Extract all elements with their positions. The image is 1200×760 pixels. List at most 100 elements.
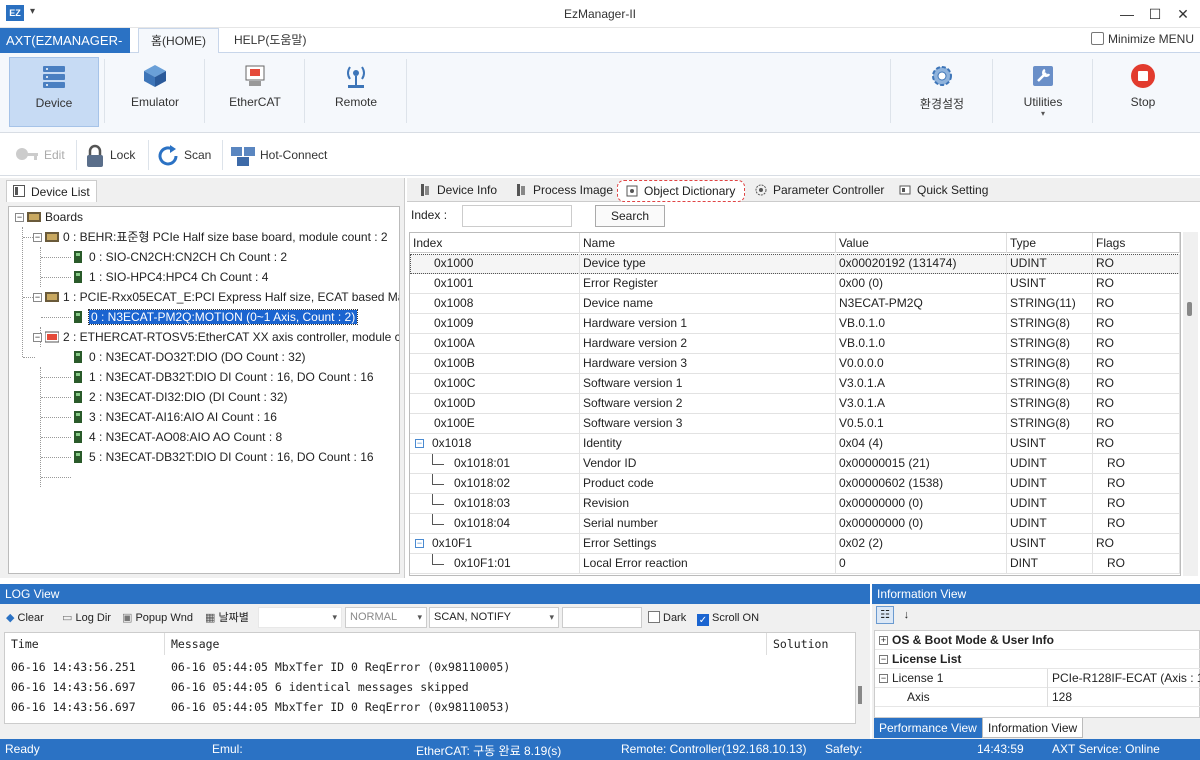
log-column-solution[interactable]: Solution	[767, 633, 855, 655]
tab-quick-setting[interactable]: Quick Setting	[891, 180, 997, 202]
scrollbar-thumb[interactable]	[858, 686, 862, 704]
collapse-icon[interactable]: −	[33, 333, 42, 342]
tree-node-board-2[interactable]: −2 : ETHERCAT-RTOSV5:EtherCAT XX axis co…	[33, 327, 399, 347]
table-row[interactable]: −0x1018 Identity 0x04 (4) USINT RO	[410, 434, 1180, 454]
table-row[interactable]: 0x1018:01 Vendor ID 0x00000015 (21) UDINT RO	[410, 454, 1180, 474]
tab-device-list[interactable]: Device List	[6, 180, 97, 202]
tree-node-module[interactable]: 0 : SIO-CN2CH:CN2CH Ch Count : 2	[71, 247, 287, 267]
tree-node-module[interactable]: 5 : N3ECAT-DB32T:DIO DI Count : 16, DO C…	[71, 447, 374, 467]
log-filter-select[interactable]: SCAN, NOTIFY ▾	[429, 607, 559, 628]
tree-node-module[interactable]: 4 : N3ECAT-AO08:AIO AO Count : 8	[71, 427, 282, 447]
log-dir-button[interactable]: ▭ Log Dir	[62, 608, 111, 628]
log-column-time[interactable]: Time	[5, 633, 165, 655]
hot-connect-button[interactable]: Hot-Connect	[230, 142, 327, 168]
categorized-view-icon[interactable]: ☷	[876, 606, 894, 624]
edit-button[interactable]: Edit	[14, 142, 65, 168]
tree-node-module[interactable]: 1 : SIO-HPC4:HPC4 Ch Count : 4	[71, 267, 268, 287]
category-os-boot[interactable]: + OS & Boot Mode & User Info	[875, 631, 1200, 650]
log-row[interactable]: 06-16 14:43:56.251 06-16 05:44:05 MbxTfer…	[5, 657, 855, 677]
column-header-type[interactable]: Type	[1007, 233, 1093, 253]
log-row[interactable]: 06-16 14:43:56.697 06-16 05:44:05 6 ident…	[5, 677, 855, 697]
tab-performance-view[interactable]: Performance View	[874, 718, 982, 738]
column-header-name[interactable]: Name	[580, 233, 836, 253]
dark-toggle[interactable]: Dark	[648, 608, 686, 628]
collapse-icon[interactable]: −	[415, 439, 424, 448]
tree-node-boards[interactable]: − Boards	[15, 207, 83, 227]
table-row[interactable]: 0x100D Software version 2 V3.0.1.A STRING(8…	[410, 394, 1180, 414]
scrollbar-thumb[interactable]	[1187, 302, 1192, 316]
settings-button[interactable]: 환경설정	[897, 57, 987, 127]
tree-node-board-1[interactable]: −1 : PCIE-Rxx05ECAT_E:PCI Express Half s…	[33, 287, 399, 307]
emulator-button[interactable]: Emulator	[110, 57, 200, 127]
tree-node-module[interactable]: 2 : N3ECAT-DI32:DIO (DI Count : 32)	[71, 387, 288, 407]
tab-information-view[interactable]: Information View	[982, 718, 1084, 738]
log-column-message[interactable]: Message	[165, 633, 767, 655]
close-window-button[interactable]: ✕	[1172, 3, 1194, 25]
log-search-input[interactable]	[562, 607, 642, 628]
table-row[interactable]: 0x10F1:01 Local Error reaction 0 DINT RO	[410, 554, 1180, 574]
scan-button[interactable]: Scan	[156, 142, 211, 168]
table-row[interactable]: 0x100B Hardware version 3 V0.0.0.0 STRING(8…	[410, 354, 1180, 374]
table-row[interactable]: 0x1008 Device name N3ECAT-PM2Q STRING(11) RO	[410, 294, 1180, 314]
tab-parameter-controller[interactable]: Parameter Controller	[747, 180, 889, 202]
table-scrollbar[interactable]	[1183, 232, 1198, 576]
tab-object-dictionary[interactable]: Object Dictionary	[617, 180, 745, 202]
date-select[interactable]: ▾	[258, 607, 342, 628]
clear-log-button[interactable]: ◆ Clear	[6, 608, 44, 628]
ethercat-button[interactable]: EtherCAT	[210, 57, 300, 127]
column-header-index[interactable]: Index	[410, 233, 580, 253]
property-license-1[interactable]: −License 1PCIe-R128IF-ECAT (Axis : 128)	[875, 669, 1200, 688]
utilities-button[interactable]: Utilities ▾	[998, 57, 1088, 127]
table-row[interactable]: 0x1000 Device type 0x00020192 (131474) UDIN…	[410, 254, 1180, 274]
collapse-icon[interactable]: −	[15, 213, 24, 222]
lock-button[interactable]: Lock	[84, 142, 135, 168]
scroll-on-toggle[interactable]: ✓ Scroll ON	[697, 608, 759, 628]
scroll-on-checkbox[interactable]: ✓	[697, 614, 709, 626]
stop-button[interactable]: Stop	[1098, 57, 1188, 127]
log-row[interactable]: 06-16 14:43:56.697 06-16 05:44:05 MbxTfer…	[5, 697, 855, 717]
table-row[interactable]: 0x1018:04 Serial number 0x00000000 (0) UDIN…	[410, 514, 1180, 534]
table-row[interactable]: 0x1009 Hardware version 1 VB.0.1.0 STRING(8…	[410, 314, 1180, 334]
date-filter-button[interactable]: ▦ 날짜별	[205, 608, 249, 628]
collapse-icon[interactable]: −	[33, 293, 42, 302]
maximize-window-button[interactable]: ☐	[1144, 3, 1166, 25]
search-button[interactable]: Search	[595, 205, 665, 227]
tree-node-module[interactable]: 0 : N3ECAT-DO32T:DIO (DO Count : 32)	[71, 347, 306, 367]
tab-help[interactable]: HELP(도움말)	[222, 28, 318, 53]
table-row[interactable]: 0x100E Software version 3 V0.5.0.1 STRING(8…	[410, 414, 1180, 434]
tree-node-selected-module[interactable]: 0 : N3ECAT-PM2Q:MOTION (0~1 Axis, Count …	[71, 307, 359, 327]
collapse-icon[interactable]: −	[415, 539, 424, 548]
app-menu-button[interactable]: AXT(EZMANAGER-II)	[0, 28, 130, 73]
sort-alpha-icon[interactable]: ↓	[897, 606, 915, 624]
table-row[interactable]: −0x10F1 Error Settings 0x02 (2) USINT RO	[410, 534, 1180, 554]
table-row[interactable]: 0x1018:03 Revision 0x00000000 (0) UDINT RO	[410, 494, 1180, 514]
category-license-list[interactable]: − License List	[875, 650, 1200, 669]
popup-window-button[interactable]: ▣ Popup Wnd	[122, 608, 193, 628]
tree-node-module[interactable]: 3 : N3ECAT-AI16:AIO AI Count : 16	[71, 407, 277, 427]
minimize-menu-toggle[interactable]: Minimize MENU	[1090, 32, 1194, 46]
dark-checkbox[interactable]	[648, 611, 660, 623]
table-row[interactable]: 0x100A Hardware version 2 VB.0.1.0 STRING(8…	[410, 334, 1180, 354]
table-row[interactable]: 0x1001 Error Register 0x00 (0) USINT RO	[410, 274, 1180, 294]
tab-home[interactable]: 홈(HOME)	[138, 28, 220, 54]
index-search-input[interactable]	[462, 205, 572, 227]
column-header-value[interactable]: Value	[836, 233, 1007, 253]
minimize-window-button[interactable]: —	[1116, 3, 1138, 25]
property-axis[interactable]: Axis 128	[875, 688, 1200, 707]
log-scrollbar[interactable]	[856, 632, 866, 724]
table-row[interactable]: 0x1018:02 Product code 0x00000602 (1538) UD…	[410, 474, 1180, 494]
tree-node-module[interactable]: 1 : N3ECAT-DB32T:DIO DI Count : 16, DO C…	[71, 367, 374, 387]
tab-device-info[interactable]: Device Info	[411, 180, 507, 202]
remote-button[interactable]: Remote	[311, 57, 401, 127]
tree-node-board-0[interactable]: −0 : BEHR:표준형 PCIe Half size base board,…	[33, 227, 388, 247]
collapse-icon[interactable]: −	[879, 674, 888, 683]
minimize-menu-checkbox[interactable]	[1090, 32, 1104, 45]
device-tree[interactable]: − Boards −0 : BEHR:표준형 PCIe Half size bas…	[8, 206, 400, 574]
tab-process-image[interactable]: Process Image	[507, 180, 615, 202]
device-button[interactable]: Device	[9, 57, 99, 127]
log-level-select[interactable]: NORMAL ▾	[345, 607, 427, 628]
collapse-icon[interactable]: −	[879, 655, 888, 664]
table-row[interactable]: 0x100C Software version 1 V3.0.1.A STRING(8…	[410, 374, 1180, 394]
collapse-icon[interactable]: −	[33, 233, 42, 242]
column-header-flags[interactable]: Flags	[1093, 233, 1180, 253]
